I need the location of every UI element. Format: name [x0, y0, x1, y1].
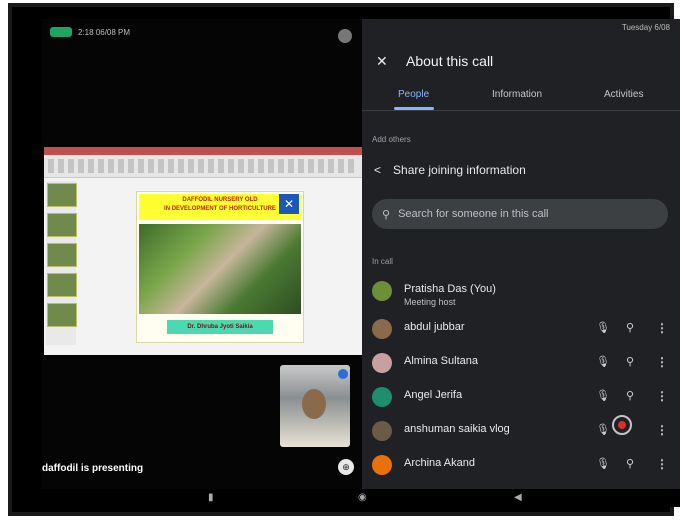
ppt-toolbar [48, 159, 358, 173]
slide-thumbnails [46, 181, 77, 345]
participant-role: Meeting host [404, 297, 456, 307]
panel-title: About this call [406, 53, 494, 69]
search-field[interactable]: ⚲ Search for someone in this call [372, 199, 668, 229]
share-joining-info[interactable]: < Share joining information [374, 163, 526, 177]
add-others-label: Add others [372, 135, 411, 144]
about-call-panel: Tuesday 6/08 ✕ About this call People In… [362, 19, 680, 489]
home-icon[interactable]: ◉ [358, 492, 367, 503]
presenting-label: daffodil is presenting [42, 463, 144, 474]
android-nav-bar: ▮ ◉ ◀ [42, 489, 680, 507]
slide-title-line2: IN DEVELOPMENT OF HORTICULTURE [164, 206, 276, 212]
video-stage: 2:18 06/08 PM DAFFODIL NURSERY OLD IN DE… [42, 19, 362, 507]
camera-on-icon[interactable] [50, 27, 72, 37]
avatar [372, 281, 392, 301]
participant-name: Archina Akand [404, 457, 475, 469]
share-label: Share joining information [393, 163, 526, 177]
photo-frame: 2:18 06/08 PM DAFFODIL NURSERY OLD IN DE… [8, 3, 680, 516]
pin-icon[interactable]: ⚲ [626, 389, 634, 402]
avatar [372, 455, 392, 475]
minimize-button[interactable] [338, 29, 352, 43]
more-options-icon[interactable]: ⋮ [656, 423, 668, 437]
tab-activities[interactable]: Activities [604, 89, 643, 100]
pin-icon[interactable]: ⚲ [626, 321, 634, 334]
participant-name: Pratisha Das (You) [404, 283, 496, 295]
participant-name: abdul jubbar [404, 321, 465, 333]
search-placeholder: Search for someone in this call [398, 208, 549, 220]
tab-people[interactable]: People [398, 89, 429, 100]
slide-thumbnail [47, 273, 77, 297]
pin-icon[interactable]: ⚲ [626, 457, 634, 470]
more-options-icon[interactable]: ⋮ [656, 355, 668, 369]
mic-off-icon[interactable]: 🎙︎ [596, 321, 610, 334]
slide-thumbnail [47, 183, 77, 207]
bird-logo-icon: ✕ [279, 194, 299, 214]
avatar [372, 353, 392, 373]
participant-row[interactable]: Angel Jerifa 🎙︎ ⚲ ⋮ [372, 383, 672, 411]
slide-footer: Dr. Dhruba Jyoti Saikia [167, 320, 273, 334]
recording-indicator-icon [612, 415, 632, 435]
participant-row[interactable]: Pratisha Das (You) Meeting host [372, 277, 672, 307]
nursery-photo [139, 224, 301, 314]
mic-off-icon[interactable]: 🎙︎ [596, 423, 610, 436]
current-slide: DAFFODIL NURSERY OLD IN DEVELOPMENT OF H… [136, 191, 304, 343]
mic-off-icon[interactable]: 🎙︎ [596, 457, 610, 470]
participant-row[interactable]: abdul jubbar 🎙︎ ⚲ ⋮ [372, 315, 672, 343]
more-options-icon[interactable]: ⋮ [656, 457, 668, 471]
slide-title-line1: DAFFODIL NURSERY OLD [182, 197, 258, 203]
more-options-icon[interactable]: ⋮ [656, 321, 668, 335]
participant-name: Angel Jerifa [404, 389, 463, 401]
in-call-label: In call [372, 257, 393, 266]
avatar [372, 387, 392, 407]
ppt-ribbon [44, 147, 362, 178]
close-icon[interactable]: ✕ [376, 53, 388, 70]
tab-information[interactable]: Information [492, 89, 542, 100]
avatar [372, 421, 392, 441]
share-icon: < [374, 163, 382, 177]
search-icon: ⚲ [382, 208, 391, 221]
participant-name: anshuman saikia vlog [404, 423, 510, 435]
recents-icon[interactable]: ▮ [208, 492, 214, 503]
status-time: 2:18 06/08 PM [78, 27, 131, 37]
mic-off-icon[interactable]: 🎙︎ [596, 355, 610, 368]
participant-face [302, 389, 326, 419]
participant-row[interactable]: Almina Sultana 🎙︎ ⚲ ⋮ [372, 349, 672, 377]
ppt-title-bar [44, 147, 362, 155]
status-bar: 2:18 06/08 PM [50, 25, 130, 39]
mic-off-icon[interactable]: 🎙︎ [596, 389, 610, 402]
pin-icon[interactable]: ⚲ [626, 355, 634, 368]
participant-row[interactable]: Archina Akand 🎙︎ ⚲ ⋮ [372, 451, 672, 479]
self-video-tile[interactable] [280, 365, 350, 447]
presentation-options-button[interactable]: ⊕ [338, 459, 354, 475]
slide-title: DAFFODIL NURSERY OLD IN DEVELOPMENT OF H… [139, 194, 301, 220]
slide-thumbnail [47, 303, 77, 327]
slide-thumbnail [47, 243, 77, 267]
shared-presentation: DAFFODIL NURSERY OLD IN DEVELOPMENT OF H… [44, 147, 362, 355]
avatar [372, 319, 392, 339]
tablet-screen: 2:18 06/08 PM DAFFODIL NURSERY OLD IN DE… [42, 19, 680, 507]
slide-thumbnail [47, 213, 77, 237]
more-options-icon[interactable]: ⋮ [656, 389, 668, 403]
tab-divider [362, 110, 680, 111]
speaker-indicator-icon [338, 369, 348, 379]
participant-name: Almina Sultana [404, 355, 478, 367]
back-icon[interactable]: ◀ [514, 492, 522, 503]
status-date: Tuesday 6/08 [621, 23, 670, 32]
record-dot-icon [618, 421, 626, 429]
